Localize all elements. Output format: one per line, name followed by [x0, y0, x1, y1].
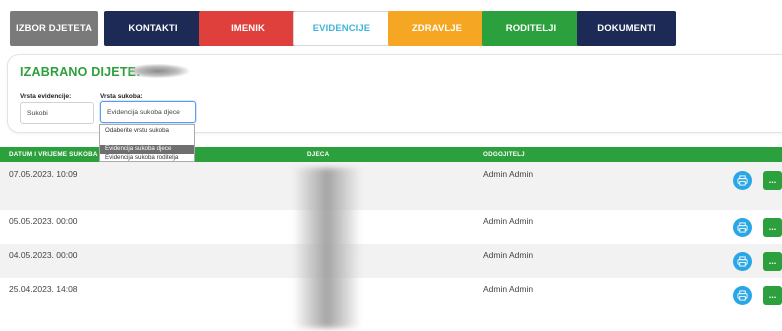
row-odgojitelj: Admin Admin	[483, 284, 534, 294]
tab-kontakti[interactable]: KONTAKTI	[104, 11, 202, 46]
printer-icon	[737, 175, 748, 186]
djeca-column-blurred	[293, 168, 361, 328]
row-datetime: 25.04.2023. 14:08	[9, 284, 78, 294]
selected-child-title: IZABRANO DIJETE:	[20, 65, 141, 79]
tab-imenik[interactable]: IMENIK	[199, 11, 297, 46]
print-button[interactable]	[733, 218, 752, 237]
vrsta-evidencije-select[interactable]: Sukobi	[20, 102, 94, 124]
dropdown-option[interactable]: Odaberite vrstu sukoba	[100, 127, 194, 137]
table-row: 04.05.2023. 00:00 Admin Admin ...	[0, 244, 782, 278]
tab-evidencije[interactable]: EVIDENCIJE	[293, 11, 390, 46]
more-options-button[interactable]: ...	[763, 171, 782, 190]
tab-izbor-djeteta[interactable]: IZBOR DJETETA	[10, 11, 98, 46]
dropdown-option-selected[interactable]: Evidencija sukoba djece	[100, 145, 194, 154]
dropdown-option[interactable]: Evidencija sukoba roditelja	[100, 154, 194, 163]
printer-icon	[737, 290, 748, 301]
vrsta-sukoba-label: Vrsta sukoba:	[100, 93, 143, 100]
more-options-button[interactable]: ...	[763, 252, 782, 271]
tab-dokumenti[interactable]: DOKUMENTI	[577, 11, 676, 46]
table-row: 07.05.2023. 10:09 Admin Admin ...	[0, 162, 782, 210]
row-odgojitelj: Admin Admin	[483, 169, 534, 179]
column-header-odgojitelj: ODGOJITELJ	[483, 151, 525, 158]
row-datetime: 04.05.2023. 00:00	[9, 250, 78, 260]
child-selection-panel: IZABRANO DIJETE: Vrsta evidencije: Sukob…	[7, 54, 782, 133]
vrsta-sukoba-dropdown[interactable]: Odaberite vrstu sukoba Evidencija sukoba…	[99, 124, 195, 162]
column-header-djeca: DJECA	[307, 151, 330, 158]
more-options-button[interactable]: ...	[763, 218, 782, 237]
table-row: 05.05.2023. 00:00 Admin Admin ...	[0, 210, 782, 244]
column-header-datum: DATUM I VRIJEME SUKOBA	[9, 151, 98, 158]
print-button[interactable]	[733, 252, 752, 271]
printer-icon	[737, 256, 748, 267]
row-datetime: 05.05.2023. 00:00	[9, 216, 78, 226]
more-options-button[interactable]: ...	[763, 286, 782, 305]
vrsta-sukoba-select[interactable]: Evidencija sukoba djece	[100, 101, 196, 123]
row-odgojitelj: Admin Admin	[483, 216, 534, 226]
row-odgojitelj: Admin Admin	[483, 250, 534, 260]
table-row: 25.04.2023. 14:08 Admin Admin ...	[0, 278, 782, 331]
vrsta-evidencije-label: Vrsta evidencije:	[20, 93, 72, 100]
tab-roditelji[interactable]: RODITELJI	[482, 11, 580, 46]
print-button[interactable]	[733, 171, 752, 190]
print-button[interactable]	[733, 286, 752, 305]
row-datetime: 07.05.2023. 10:09	[9, 169, 78, 179]
tab-zdravlje[interactable]: ZDRAVLJE	[388, 11, 486, 46]
selected-child-name-blurred	[127, 64, 189, 78]
printer-icon	[737, 222, 748, 233]
